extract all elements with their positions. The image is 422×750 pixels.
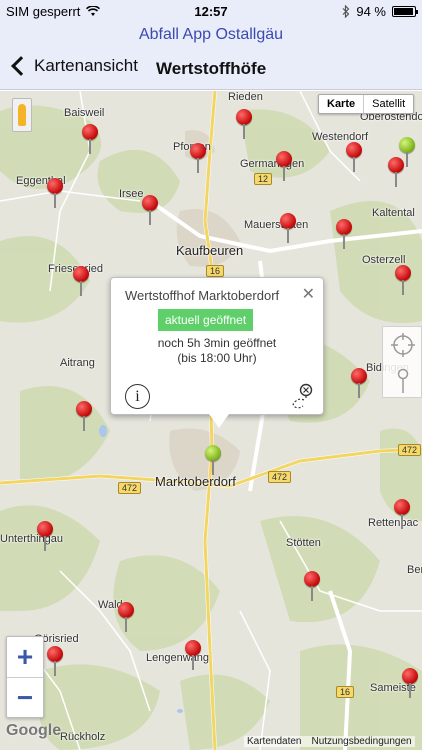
map-attribution: Kartendaten Nutzungsbedingungen	[244, 736, 415, 747]
road-number-badge: 16	[206, 265, 225, 277]
remaining-open-time: noch 5h 3min geöffnet	[157, 336, 277, 350]
back-button[interactable]: Kartenansicht	[8, 56, 138, 76]
location-controls	[382, 326, 422, 398]
zoom-in-button[interactable]: +	[7, 637, 43, 677]
popup-title: Wertstoffhof Marktoberdorf	[125, 288, 280, 303]
town-label: Aitrang	[60, 357, 95, 369]
back-button-label: Kartenansicht	[34, 56, 138, 75]
recycling-center-pin[interactable]	[73, 266, 89, 296]
recycling-center-pin[interactable]	[47, 646, 63, 676]
road-number-badge: 16	[336, 686, 355, 698]
zoom-controls: + −	[6, 636, 44, 718]
app-title: Abfall App Ostallgäu	[0, 22, 422, 48]
town-label: Irsee	[119, 188, 144, 200]
road-number-badge: 472	[398, 444, 422, 456]
map-pin-icon	[397, 368, 409, 393]
recycling-center-pin[interactable]	[336, 219, 352, 249]
recycling-center-pin[interactable]	[47, 178, 63, 208]
recycling-center-pin[interactable]	[190, 143, 206, 173]
town-label: Stötten	[286, 537, 321, 549]
recycling-center-popup: Wertstoffhof Marktoberdorf ✕ aktuell geö…	[110, 277, 324, 428]
town-label: Ber	[407, 564, 422, 576]
road-number-badge: 12	[254, 173, 273, 185]
recycling-center-pin[interactable]	[118, 602, 134, 632]
recycling-center-pin-selected[interactable]	[205, 445, 221, 475]
center-pin-button[interactable]	[383, 363, 422, 399]
recycling-center-pin[interactable]	[142, 195, 158, 225]
map-type-map-button[interactable]: Karte	[319, 95, 365, 113]
terms-of-use-link[interactable]: Nutzungsbedingungen	[312, 736, 412, 747]
page-title: Wertstoffhöfe	[156, 59, 267, 78]
battery-icon	[392, 6, 418, 17]
map-type-satellite-button[interactable]: Satellit	[364, 95, 413, 113]
recycling-center-pin[interactable]	[351, 368, 367, 398]
town-label: Rückholz	[60, 731, 106, 743]
road-number-badge: 472	[118, 482, 142, 494]
recycling-center-pin[interactable]	[346, 142, 362, 172]
town-label: Unterthingau	[0, 533, 63, 545]
recycling-center-pin[interactable]	[304, 571, 320, 601]
chevron-left-icon	[11, 56, 31, 76]
battery-fill	[394, 8, 413, 15]
battery-percent: 94 %	[356, 4, 386, 19]
crosshair-icon	[391, 333, 415, 357]
recycling-center-pin[interactable]	[236, 109, 252, 139]
recycling-center-pin[interactable]	[76, 401, 92, 431]
recycling-center-pin[interactable]	[394, 499, 410, 529]
town-label: Germaringen	[240, 158, 305, 170]
road-number-badge: 472	[268, 471, 292, 483]
town-label: Mauerstetten	[244, 219, 309, 231]
map-type-switch: Karte Satellit	[318, 94, 415, 114]
recycling-center-pin[interactable]	[82, 124, 98, 154]
closing-time: (bis 18:00 Uhr)	[177, 351, 257, 365]
town-label: Kaltental	[372, 207, 415, 219]
route-icon[interactable]	[287, 382, 315, 410]
recycling-center-pin[interactable]	[280, 213, 296, 243]
recycling-center-pin[interactable]	[276, 151, 292, 181]
status-badge: aktuell geöffnet	[158, 309, 254, 331]
map-data-link[interactable]: Kartendaten	[247, 736, 302, 747]
street-view-pegman[interactable]	[12, 98, 32, 132]
recycling-center-pin[interactable]	[37, 521, 53, 551]
my-location-button[interactable]	[383, 327, 422, 363]
bluetooth-icon	[342, 5, 350, 18]
town-label: Rieden	[228, 91, 263, 103]
town-label: Kaufbeuren	[176, 243, 244, 258]
google-logo: Google	[6, 722, 62, 739]
recycling-center-pin[interactable]	[402, 668, 418, 698]
recycling-center-pin[interactable]	[388, 157, 404, 187]
recycling-center-pin[interactable]	[185, 640, 201, 670]
status-bar: SIM gesperrt 12:57 94 %	[0, 0, 422, 22]
zoom-out-button[interactable]: −	[7, 678, 43, 718]
navigation-bar: Kartenansicht Wertstoffhöfe	[0, 48, 422, 90]
pegman-icon	[18, 104, 26, 126]
info-button[interactable]: i	[125, 384, 150, 409]
town-label: Baisweil	[64, 107, 105, 119]
close-icon[interactable]: ✕	[302, 284, 315, 304]
town-label: Marktoberdorf	[155, 474, 236, 489]
recycling-center-pin[interactable]	[395, 265, 411, 295]
